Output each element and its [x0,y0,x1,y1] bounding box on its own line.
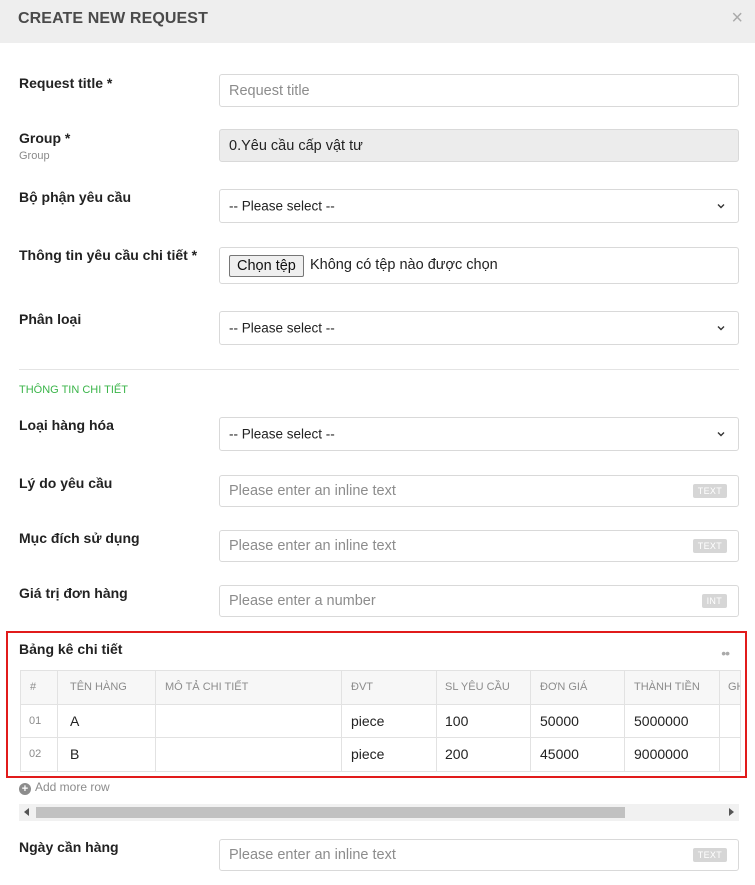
request-title-input[interactable]: Request title [219,74,739,107]
header-description: MÔ TẢ CHI TIẾT [165,681,249,693]
more-options-icon[interactable]: •• [721,646,730,660]
classification-label: Phân loại [19,311,82,327]
reason-input[interactable]: Please enter an inline text TEXT [219,475,739,507]
group-label: Group * [19,130,71,146]
cell-quantity[interactable]: 200 [445,746,468,762]
goods-type-select[interactable]: -- Please select -- [219,417,739,451]
row-divider [21,737,740,738]
order-value-placeholder: Please enter a number [229,593,376,609]
classification-select[interactable]: -- Please select -- [219,311,739,345]
purpose-label: Mục đích sử dụng [19,530,140,546]
cell-total[interactable]: 9000000 [634,746,689,762]
classification-select-value: -- Please select -- [229,320,335,336]
chevron-down-icon [717,204,725,209]
reason-label: Lý do yêu cầu [19,475,113,491]
header-quantity: SL YÊU CẦU [445,681,510,693]
header-index: # [30,681,37,693]
need-date-label: Ngày cần hàng [19,839,119,855]
dialog-header: CREATE NEW REQUEST × [0,0,755,43]
group-sublabel: Group [19,150,50,162]
purpose-placeholder: Please enter an inline text [229,538,396,554]
header-total: THÀNH TIỀN [634,681,700,693]
cell-unit-price[interactable]: 45000 [540,746,579,762]
int-type-badge: INT [701,594,727,608]
header-note-truncated: GH [728,681,740,693]
header-unit: ĐVT [351,681,373,693]
group-field: 0.Yêu cầu cấp vật tư [219,129,739,162]
department-select[interactable]: -- Please select -- [219,189,739,223]
need-date-input[interactable]: Please enter an inline text TEXT [219,839,739,871]
plus-circle-icon: + [19,783,31,795]
cell-quantity[interactable]: 100 [445,713,468,729]
scroll-left-icon[interactable] [24,808,29,816]
text-type-badge: TEXT [692,539,727,553]
text-type-badge: TEXT [692,484,727,498]
add-row-label: Add more row [35,780,110,794]
scrollbar-thumb[interactable] [36,807,625,818]
chevron-down-icon [717,326,725,331]
dialog-title: CREATE NEW REQUEST [18,10,208,27]
detail-table: # TÊN HÀNG MÔ TẢ CHI TIẾT ĐVT SL YÊU CẦU… [20,670,741,772]
request-title-placeholder: Request title [229,82,310,99]
group-value: 0.Yêu cầu cấp vật tư [229,137,363,154]
purpose-input[interactable]: Please enter an inline text TEXT [219,530,739,562]
department-label: Bộ phận yêu cầu [19,189,132,205]
goods-type-label: Loại hàng hóa [19,417,114,433]
detail-file-label: Thông tin yêu cầu chi tiết * [19,247,198,263]
detail-file-input[interactable]: Chọn tệp Không có tệp nào được chọn [219,247,739,284]
cell-unit[interactable]: piece [351,713,384,729]
department-select-value: -- Please select -- [229,198,335,214]
goods-type-select-value: -- Please select -- [229,426,335,442]
scroll-right-icon[interactable] [729,808,734,816]
text-type-badge: TEXT [692,848,727,862]
section-title: THÔNG TIN CHI TIẾT [19,384,128,396]
row-divider [21,704,740,705]
cell-name[interactable]: B [70,746,79,762]
detail-table-section: Bảng kê chi tiết •• # TÊN HÀNG MÔ TẢ CHI… [6,631,747,778]
order-value-input[interactable]: Please enter a number INT [219,585,739,617]
horizontal-scrollbar[interactable] [19,804,739,821]
reason-placeholder: Please enter an inline text [229,483,396,499]
choose-file-button[interactable]: Chọn tệp [229,255,304,277]
need-date-placeholder: Please enter an inline text [229,847,396,863]
chevron-down-icon [717,432,725,437]
section-divider [19,369,739,370]
order-value-label: Giá trị đơn hàng [19,585,128,601]
cell-unit-price[interactable]: 50000 [540,713,579,729]
header-unit-price: ĐƠN GIÁ [540,681,588,693]
row-index: 01 [29,715,42,727]
cell-unit[interactable]: piece [351,746,384,762]
file-status-text: Không có tệp nào được chọn [310,257,498,273]
header-name: TÊN HÀNG [70,681,127,693]
detail-table-title: Bảng kê chi tiết [19,641,123,657]
request-title-label: Request title * [19,75,113,91]
close-icon[interactable]: × [731,8,743,28]
add-row-button[interactable]: + Add more row [19,780,110,795]
cell-total[interactable]: 5000000 [634,713,689,729]
cell-name[interactable]: A [70,713,79,729]
row-index: 02 [29,748,42,760]
